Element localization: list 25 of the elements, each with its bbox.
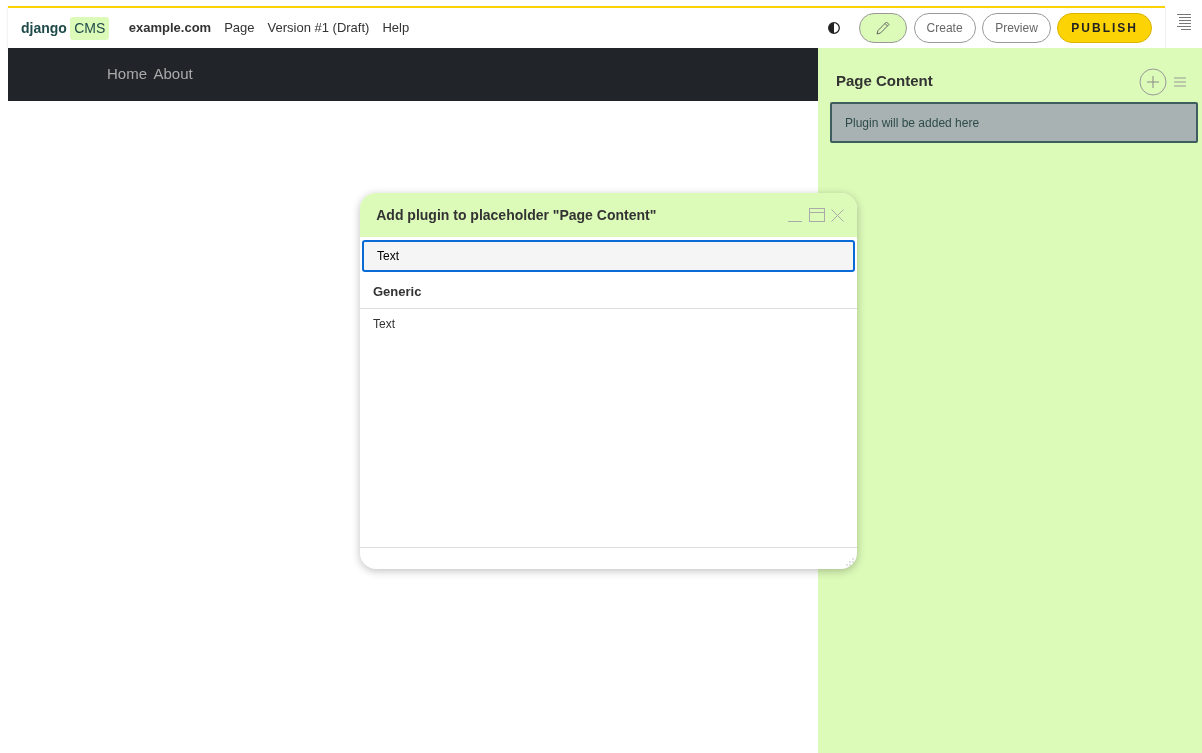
- add-icon[interactable]: [1139, 67, 1168, 96]
- nav-link[interactable]: Home: [107, 63, 147, 86]
- contrast-icon[interactable]: [827, 22, 840, 34]
- group-heading: Generic: [360, 275, 857, 309]
- search-field[interactable]: Text: [362, 240, 855, 272]
- resize-handle-icon[interactable]: [845, 557, 854, 566]
- menu-item[interactable]: Version #1 (Draft): [267, 18, 370, 38]
- menu-item[interactable]: Page: [224, 18, 255, 38]
- plugin-item[interactable]: Text: [360, 308, 857, 340]
- drop-zone[interactable]: Plugin will be added here: [830, 102, 1198, 143]
- toolbar-button[interactable]: Create: [913, 13, 976, 43]
- nav-link[interactable]: About: [153, 63, 193, 86]
- menu-icon[interactable]: [1173, 76, 1186, 87]
- edit-button[interactable]: [859, 13, 908, 43]
- pencil-icon: [875, 20, 892, 36]
- menu-item[interactable]: example.com: [128, 18, 212, 38]
- close-icon[interactable]: [831, 208, 844, 222]
- maximize-icon[interactable]: [808, 208, 825, 222]
- sidebar-title: Page Content: [836, 71, 934, 92]
- dialog-title: Add plugin to placeholder "Page Content": [375, 205, 658, 225]
- structure-icon[interactable]: [1176, 13, 1191, 31]
- menu-item[interactable]: Help: [382, 18, 410, 38]
- publish-button[interactable]: PUBLISH: [1057, 13, 1152, 43]
- toolbar-button[interactable]: Preview: [982, 13, 1051, 43]
- logo[interactable]: django CMS: [21, 16, 110, 40]
